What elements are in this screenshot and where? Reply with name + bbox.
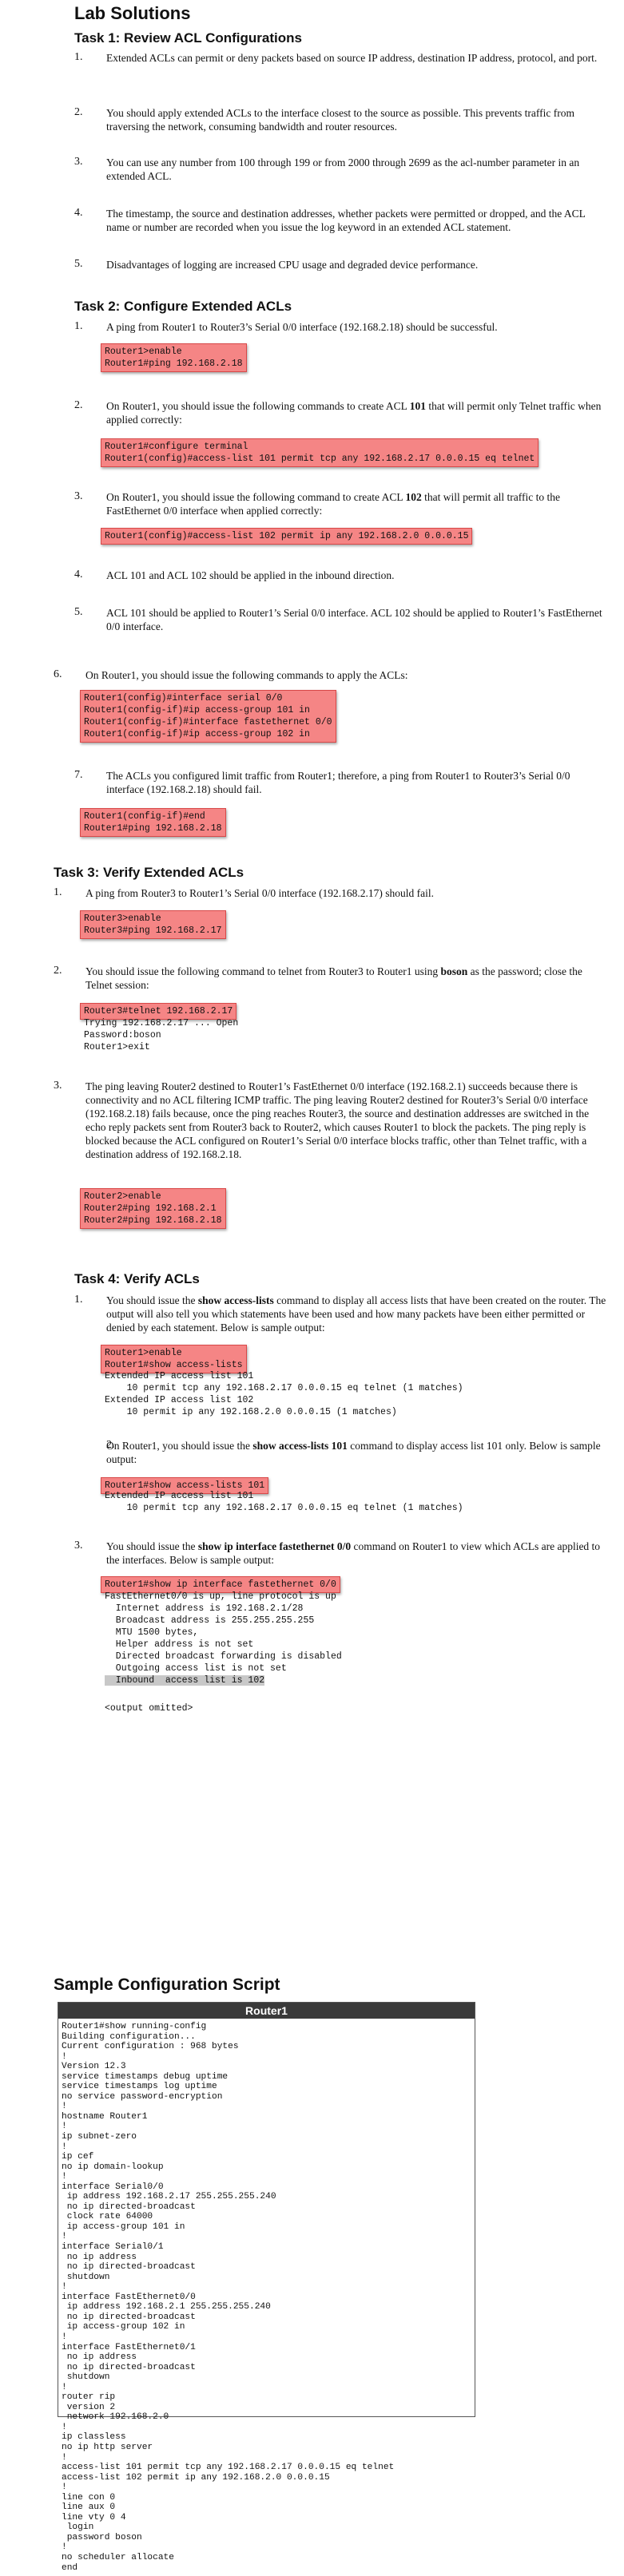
task1-item-4: The timestamp, the source and destinatio… xyxy=(106,208,586,233)
show-ip-interface-bold: show ip interface fastethernet 0/0 xyxy=(197,1540,352,1552)
config-box-title: Router1 xyxy=(58,2003,475,2019)
inbound-acl-highlight: Inbound access list is 102 xyxy=(105,1675,265,1686)
task1-item-1: Extended ACLs can permit or deny packets… xyxy=(106,52,598,64)
acl-101-bold: 101 xyxy=(409,400,426,412)
task3-num-2: 2. xyxy=(54,965,62,977)
task1-heading: Task 1: Review ACL Configurations xyxy=(74,30,302,46)
task2-num-2: 2. xyxy=(74,399,83,411)
task2-code-3: Router1(config)#access-list 102 permit i… xyxy=(101,528,473,545)
task2-item-6: On Router1, you should issue the followi… xyxy=(85,669,408,681)
task3-num-1: 1. xyxy=(54,886,62,898)
show-access-lists-bold: show access-lists xyxy=(197,1294,274,1306)
task1-item-2: You should apply extended ACLs to the in… xyxy=(106,107,575,133)
output-omitted: <output omitted> xyxy=(105,1703,193,1714)
page-title: Lab Solutions xyxy=(74,3,191,23)
task3-item-2: You should issue the following command t… xyxy=(85,965,582,991)
task2-code-6: Router1(config)#interface serial 0/0 Rou… xyxy=(80,690,336,743)
task4-item-3: You should issue the show ip interface f… xyxy=(106,1540,601,1566)
task2-num-1: 1. xyxy=(74,320,83,332)
task2-heading: Task 2: Configure Extended ACLs xyxy=(74,299,292,314)
task2-num-7: 7. xyxy=(74,769,83,781)
config-box: Router1 Router1#show running-config Buil… xyxy=(58,2002,475,2573)
task4-heading: Task 4: Verify ACLs xyxy=(74,1271,200,1286)
task3-num-3: 3. xyxy=(54,1080,62,1092)
task2-num-6: 6. xyxy=(54,668,62,680)
task2-code-7: Router1(config-if)#end Router1#ping 192.… xyxy=(80,808,226,837)
task2-num-4: 4. xyxy=(74,569,83,581)
task1-num-5: 5. xyxy=(74,258,83,270)
task2-code-2: Router1#configure terminal Router1(confi… xyxy=(101,438,539,467)
task4-num-3: 3. xyxy=(74,1540,83,1552)
task2-item-2: On Router1, you should issue the followi… xyxy=(106,400,602,426)
task1-num-2: 2. xyxy=(74,106,83,118)
task2-item-1: A ping from Router1 to Router3’s Serial … xyxy=(106,321,498,333)
show-access-lists-101-bold: show access-lists 101 xyxy=(252,1440,348,1452)
task4-item-2: On Router1, you should issue the show ac… xyxy=(106,1440,601,1465)
task4-output-1: Extended IP access list 101 10 permit tc… xyxy=(105,1371,463,1417)
task4-output-3: FastEthernet0/0 is up, line protocol is … xyxy=(105,1591,342,1674)
task2-item-7: The ACLs you configured limit traffic fr… xyxy=(106,770,570,795)
task4-code-1: Router1>enable Router1#show access-lists xyxy=(101,1345,247,1373)
task2-code-1: Router1>enable Router1#ping 192.168.2.18 xyxy=(101,343,247,372)
task3-output-2: Trying 192.168.2.17 ... Open Password:bo… xyxy=(84,1018,239,1052)
task3-item-1: A ping from Router3 to Router1’s Serial … xyxy=(85,887,435,899)
task3-code-1: Router3>enable Router3#ping 192.168.2.17 xyxy=(80,910,226,939)
task4-item-1: You should issue the show access-lists c… xyxy=(106,1294,606,1334)
task2-item-3: On Router1, you should issue the followi… xyxy=(106,491,561,517)
task1-num-1: 1. xyxy=(74,51,83,63)
task4-output-2: Extended IP access list 101 10 permit tc… xyxy=(105,1491,463,1513)
task2-item-4: ACL 101 and ACL 102 should be applied in… xyxy=(106,569,395,581)
task4-output-3-highlight: Inbound access list is 102 xyxy=(101,1674,268,1686)
task1-num-3: 3. xyxy=(74,156,83,168)
task3-code-3: Router2>enable Router2#ping 192.168.2.1 … xyxy=(80,1188,226,1229)
task3-heading: Task 3: Verify Extended ACLs xyxy=(54,865,244,880)
task1-item-3: You can use any number from 100 through … xyxy=(106,157,580,182)
config-script: Router1#show running-config Building con… xyxy=(62,2022,395,2573)
sample-heading: Sample Configuration Script xyxy=(54,1976,280,1994)
password-bold: boson xyxy=(440,965,468,977)
task2-item-5: ACL 101 should be applied to Router1’s S… xyxy=(106,607,602,632)
task1-item-5: Disadvantages of logging are increased C… xyxy=(106,259,479,271)
task4-num-1: 1. xyxy=(74,1294,83,1306)
task2-num-3: 3. xyxy=(74,490,83,502)
task2-num-5: 5. xyxy=(74,606,83,618)
task3-item-3: The ping leaving Router2 destined to Rou… xyxy=(85,1080,590,1160)
acl-102-bold: 102 xyxy=(405,491,422,503)
task1-num-4: 4. xyxy=(74,207,83,219)
